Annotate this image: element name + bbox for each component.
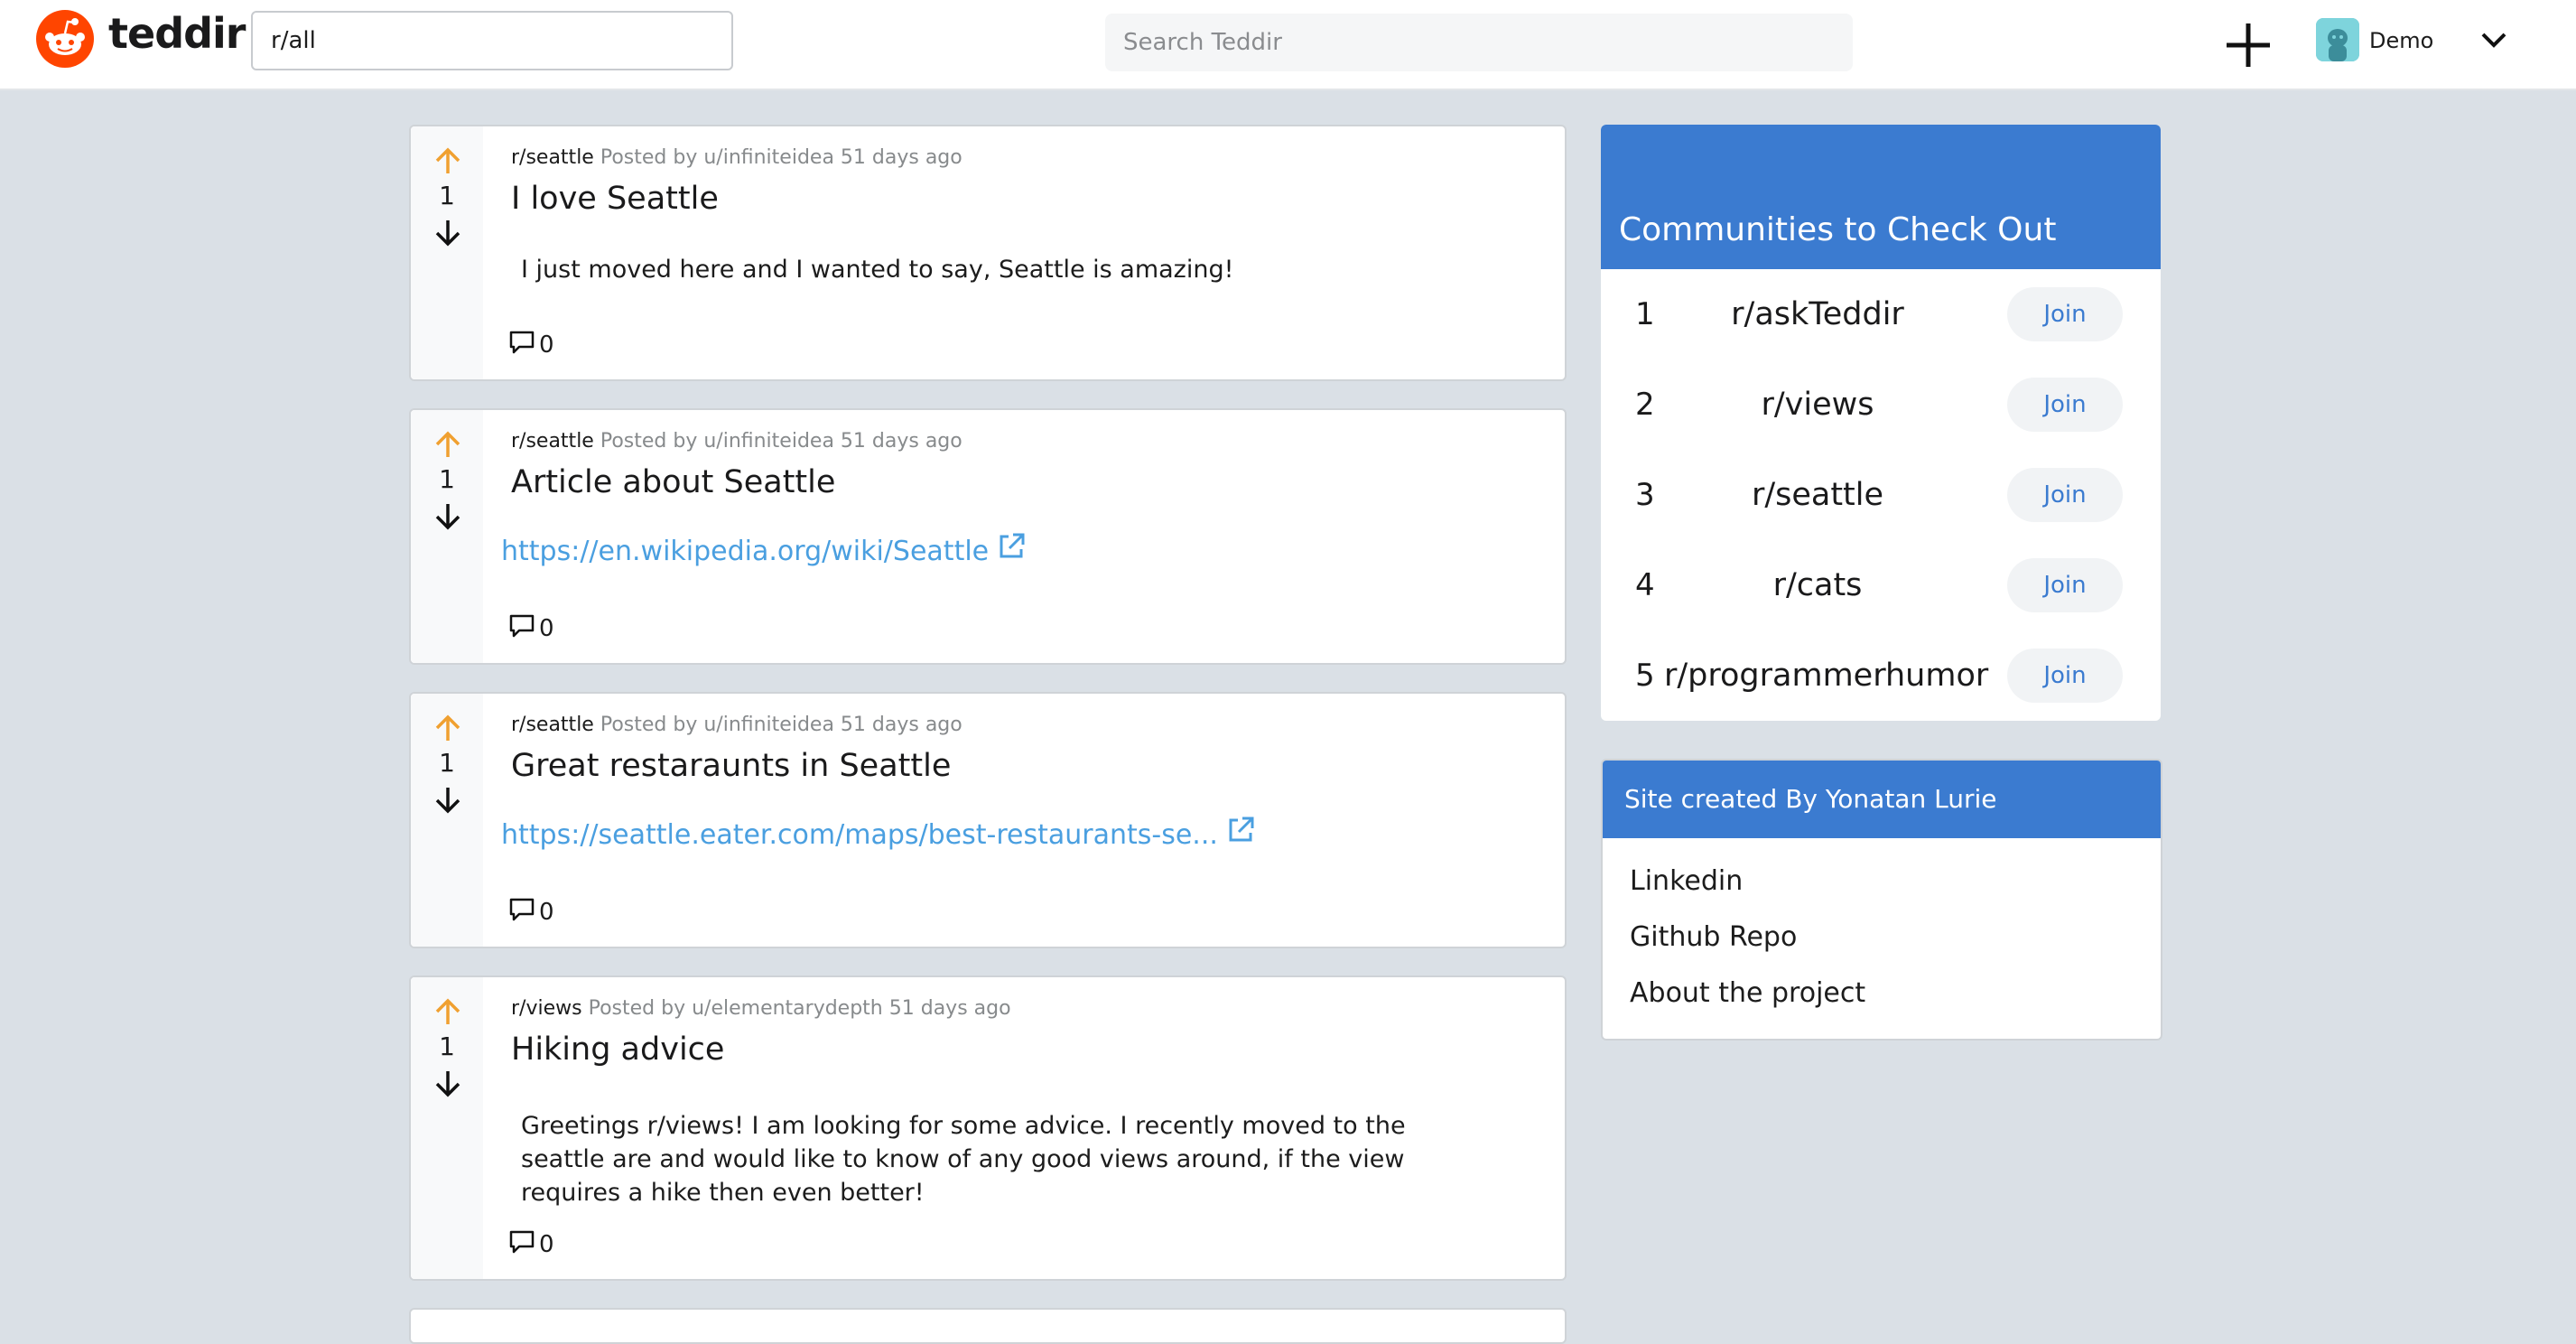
vote-column: 1	[411, 977, 483, 1279]
post-subreddit-link[interactable]: r/seattle	[511, 714, 594, 736]
community-name-link[interactable]: r/views	[1664, 387, 1971, 423]
community-name-link[interactable]: r/askTeddir	[1664, 296, 1971, 332]
avatar-snoo-icon	[2316, 18, 2359, 61]
community-name-link[interactable]: r/cats	[1664, 567, 1971, 603]
community-row: 1 r/askTeddir Join	[1601, 269, 2161, 359]
vote-count: 1	[439, 464, 455, 494]
post-link-url[interactable]: https://seattle.eater.com/maps/best-rest…	[501, 819, 1218, 851]
vote-column: 1	[411, 410, 483, 663]
comments-button[interactable]: 0	[508, 896, 554, 926]
user-avatar[interactable]	[2316, 18, 2359, 61]
vote-count: 1	[439, 181, 455, 210]
app-logo-text[interactable]: teddir	[108, 9, 246, 58]
community-rank: 3	[1635, 477, 1655, 513]
subreddit-selector[interactable]: r/all	[251, 11, 733, 70]
post-card[interactable]: 1 r/views Posted by u/elementarydepth 51…	[409, 975, 1567, 1281]
vote-column: 1	[411, 694, 483, 947]
community-rank: 1	[1635, 296, 1655, 332]
post-title[interactable]: I love Seattle	[511, 181, 719, 217]
upvote-arrow-icon[interactable]	[432, 146, 463, 177]
post-card-partial[interactable]	[409, 1308, 1567, 1344]
vote-count: 1	[439, 1031, 455, 1061]
communities-header: Communities to Check Out	[1601, 125, 2161, 269]
post-card[interactable]: 1 r/seattle Posted by u/infiniteidea 51 …	[409, 408, 1567, 665]
create-post-plus-icon[interactable]	[2221, 18, 2275, 72]
community-row: 5 r/programmerhumor Join	[1601, 630, 2161, 721]
vote-column: 1	[411, 126, 483, 379]
community-rank: 2	[1635, 387, 1655, 423]
join-button[interactable]: Join	[2007, 287, 2123, 341]
post-author-time: Posted by u/infiniteidea 51 days ago	[600, 714, 963, 736]
comments-button[interactable]: 0	[508, 1228, 554, 1258]
downvote-arrow-icon[interactable]	[432, 500, 463, 531]
communities-card: Communities to Check Out 1 r/askTeddir J…	[1601, 125, 2161, 721]
post-title[interactable]: Article about Seattle	[511, 464, 835, 500]
about-card: Site created By Yonatan Lurie Linkedin G…	[1601, 759, 2162, 1041]
post-title[interactable]: Hiking advice	[511, 1031, 724, 1068]
comment-icon	[509, 898, 535, 921]
post-link-url[interactable]: https://en.wikipedia.org/wiki/Seattle	[501, 536, 989, 567]
downvote-arrow-icon[interactable]	[432, 217, 463, 247]
comment-icon	[509, 1230, 535, 1254]
comment-count: 0	[539, 1231, 554, 1258]
teddir-logo-icon[interactable]	[36, 10, 94, 68]
post-title[interactable]: Great restaraunts in Seattle	[511, 748, 951, 784]
username-label[interactable]: Demo	[2369, 28, 2433, 53]
post-external-link[interactable]: https://seattle.eater.com/maps/best-rest…	[501, 815, 1256, 851]
comment-count: 0	[539, 615, 554, 642]
about-project-link[interactable]: About the project	[1630, 977, 1865, 1009]
comment-icon	[509, 614, 535, 638]
post-subreddit-link[interactable]: r/seattle	[511, 146, 594, 169]
comments-button[interactable]: 0	[508, 612, 554, 642]
join-button[interactable]: Join	[2007, 649, 2123, 703]
post-card[interactable]: 1 r/seattle Posted by u/infiniteidea 51 …	[409, 692, 1567, 948]
post-meta: r/views Posted by u/elementarydepth 51 d…	[511, 997, 1011, 1020]
community-rank: 4	[1635, 567, 1655, 603]
community-row: 2 r/views Join	[1601, 359, 2161, 450]
about-title: Site created By Yonatan Lurie	[1624, 784, 1997, 814]
post-author-time: Posted by u/infiniteidea 51 days ago	[600, 146, 963, 169]
external-link-icon[interactable]	[996, 531, 1027, 562]
post-meta: r/seattle Posted by u/infiniteidea 51 da…	[511, 714, 963, 736]
community-name-link[interactable]: r/seattle	[1664, 477, 1971, 513]
post-author-time: Posted by u/infiniteidea 51 days ago	[600, 430, 963, 453]
join-button[interactable]: Join	[2007, 558, 2123, 612]
comment-icon	[509, 331, 535, 354]
top-navigation-bar: teddir r/all Demo	[0, 0, 2576, 90]
upvote-arrow-icon[interactable]	[432, 714, 463, 744]
upvote-arrow-icon[interactable]	[432, 997, 463, 1028]
github-repo-link[interactable]: Github Repo	[1630, 921, 1797, 953]
post-external-link[interactable]: https://en.wikipedia.org/wiki/Seattle	[501, 531, 1027, 567]
external-link-icon[interactable]	[1225, 815, 1256, 845]
post-author-time: Posted by u/elementarydepth 51 days ago	[588, 997, 1011, 1020]
vote-count: 1	[439, 748, 455, 778]
post-card[interactable]: 1 r/seattle Posted by u/infiniteidea 51 …	[409, 125, 1567, 381]
community-row: 4 r/cats Join	[1601, 540, 2161, 630]
post-meta: r/seattle Posted by u/infiniteidea 51 da…	[511, 430, 963, 453]
community-rank: 5	[1635, 658, 1655, 694]
post-subreddit-link[interactable]: r/seattle	[511, 430, 594, 453]
about-header: Site created By Yonatan Lurie	[1603, 761, 2161, 838]
post-body: Greetings r/views! I am looking for some…	[521, 1112, 1406, 1207]
post-body: I just moved here and I wanted to say, S…	[521, 256, 1234, 284]
join-button[interactable]: Join	[2007, 468, 2123, 522]
search-input[interactable]	[1105, 14, 1853, 71]
communities-title: Communities to Check Out	[1619, 211, 2057, 248]
comment-count: 0	[539, 331, 554, 359]
community-name-link[interactable]: r/programmerhumor	[1664, 658, 1988, 694]
linkedin-link[interactable]: Linkedin	[1630, 865, 1743, 897]
join-button[interactable]: Join	[2007, 378, 2123, 432]
chevron-down-icon[interactable]	[2478, 27, 2510, 52]
downvote-arrow-icon[interactable]	[432, 784, 463, 815]
comment-count: 0	[539, 899, 554, 926]
community-row: 3 r/seattle Join	[1601, 450, 2161, 540]
post-meta: r/seattle Posted by u/infiniteidea 51 da…	[511, 146, 963, 169]
upvote-arrow-icon[interactable]	[432, 430, 463, 461]
downvote-arrow-icon[interactable]	[432, 1068, 463, 1098]
post-subreddit-link[interactable]: r/views	[511, 997, 582, 1020]
comments-button[interactable]: 0	[508, 329, 554, 359]
